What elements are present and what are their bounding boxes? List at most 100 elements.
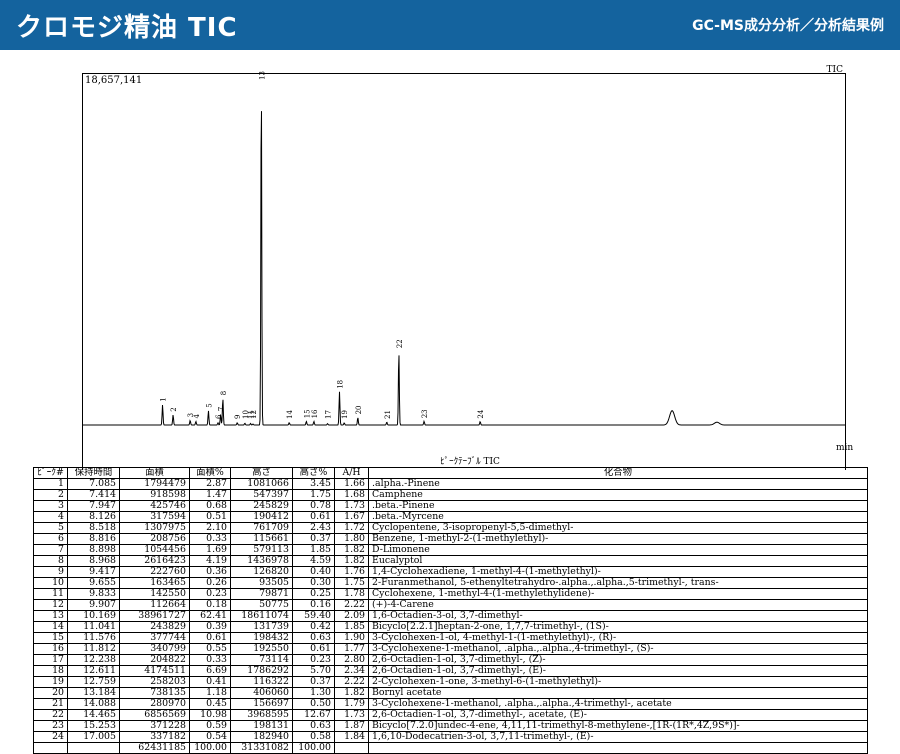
cell-peak-no: 20 (33, 687, 68, 699)
header-retention-time: 保持時間 (67, 467, 120, 479)
cell-peak-no: 8 (33, 555, 68, 567)
tic-chromatogram: 18,657,141 TIC min ﾋﾟｰｸﾃｰﾌﾞﾙ TIC 10.020.… (82, 65, 853, 470)
cell-a-h: 1.78 (334, 588, 369, 600)
table-row: 13 10.169 38961727 62.41 18611074 59.40 2.09 1,… (33, 610, 868, 622)
table-row: 23 15.253 371228 0.59 198131 0.63 1.87 Bicyclo[… (33, 720, 868, 732)
cell-area: 38961727 (119, 610, 190, 622)
x-axis-unit: min (836, 443, 853, 453)
cell-compound: Bornyl acetate (368, 687, 868, 699)
cell-height-percent: 12.67 (292, 709, 335, 721)
cell-height: 116322 (230, 676, 293, 688)
cell-height-percent: 0.78 (292, 500, 335, 512)
cell-retention-time: 8.518 (67, 522, 120, 534)
cell-a-h: 1.68 (334, 489, 369, 501)
cell-retention-time: 8.968 (67, 555, 120, 567)
cell-height-percent: 1.30 (292, 687, 335, 699)
cell-area-percent: 0.41 (189, 676, 231, 688)
cell-area-percent: 0.33 (189, 654, 231, 666)
cell-compound: 3-Cyclohexene-1-methanol, .alpha.,.alpha… (368, 643, 868, 655)
cell-compound: .alpha.-Pinene (368, 478, 868, 490)
cell-area: 4174511 (119, 665, 190, 677)
cell-height-percent: 0.58 (292, 731, 335, 743)
peak-label: 23 (421, 409, 429, 418)
cell-height: 131739 (230, 621, 293, 633)
cell-area: 340799 (119, 643, 190, 655)
cell-peak-no: 16 (33, 643, 68, 655)
cell-compound: 2-Cyclohexen-1-one, 3-methyl-6-(1-methyl… (368, 676, 868, 688)
total-cell-compound (368, 742, 868, 754)
cell-area: 6856569 (119, 709, 190, 721)
peak-label: 12 (250, 410, 258, 419)
table-row: 12 9.907 112664 0.18 50775 0.16 2.22 (+)-4-Care… (33, 599, 868, 611)
peak-label: 8 (220, 391, 228, 395)
cell-height: 73114 (230, 654, 293, 666)
cell-height: 192550 (230, 643, 293, 655)
cell-area: 1794479 (119, 478, 190, 490)
cell-height: 3968595 (230, 709, 293, 721)
cell-compound: D-Limonene (368, 544, 868, 556)
cell-compound: 2-Furanmethanol, 5-ethenyltetrahydro-.al… (368, 577, 868, 589)
cell-area-percent: 0.36 (189, 566, 231, 578)
cell-retention-time: 13.184 (67, 687, 120, 699)
cell-height: 198131 (230, 720, 293, 732)
table-row: 1 7.085 1794479 2.87 1081066 3.45 1.66 .alpha.-… (33, 478, 868, 490)
cell-a-h: 1.82 (334, 555, 369, 567)
page-title: クロモジ精油 TIC (16, 13, 238, 43)
cell-height: 79871 (230, 588, 293, 600)
cell-height-percent: 0.63 (292, 632, 335, 644)
cell-area-percent: 0.51 (189, 511, 231, 523)
cell-peak-no: 12 (33, 599, 68, 611)
cell-compound: 2,6-Octadien-1-ol, 3,7-dimethyl-, (Z)- (368, 654, 868, 666)
cell-a-h: 1.90 (334, 632, 369, 644)
table-row: 24 17.005 337182 0.54 182940 0.58 1.84 1,6,10-D… (33, 731, 868, 743)
table-row: 17 12.238 204822 0.33 73114 0.23 2.80 2,6-Octad… (33, 654, 868, 666)
cell-a-h: 2.80 (334, 654, 369, 666)
cell-area: 1307975 (119, 522, 190, 534)
cell-area-percent: 4.19 (189, 555, 231, 567)
total-cell-a-h (334, 742, 369, 754)
peak-label: 17 (325, 410, 333, 419)
cell-retention-time: 14.088 (67, 698, 120, 710)
cell-area: 208756 (119, 533, 190, 545)
peak-label: 14 (286, 410, 294, 419)
cell-height-percent: 4.59 (292, 555, 335, 567)
cell-height-percent: 1.85 (292, 544, 335, 556)
cell-peak-no: 7 (33, 544, 68, 556)
cell-peak-no: 21 (33, 698, 68, 710)
cell-compound: 3-Cyclohexene-1-methanol, .alpha.,.alpha… (368, 698, 868, 710)
cell-peak-no: 18 (33, 665, 68, 677)
cell-peak-no: 5 (33, 522, 68, 534)
table-row: 8 8.968 2616423 4.19 1436978 4.59 1.82 Eucalypt… (33, 555, 868, 567)
cell-a-h: 1.73 (334, 500, 369, 512)
cell-area-percent: 6.69 (189, 665, 231, 677)
max-intensity-label: 18,657,141 (85, 75, 142, 86)
cell-area-percent: 1.69 (189, 544, 231, 556)
cell-retention-time: 12.759 (67, 676, 120, 688)
cell-area-percent: 1.18 (189, 687, 231, 699)
peak-label: 7 (218, 407, 226, 411)
cell-area: 371228 (119, 720, 190, 732)
cell-area: 142550 (119, 588, 190, 600)
cell-area-percent: 0.68 (189, 500, 231, 512)
peak-label: 4 (193, 414, 201, 419)
cell-height: 1786292 (230, 665, 293, 677)
table-row: 10 9.655 163465 0.26 93505 0.30 1.75 2-Furanmet… (33, 577, 868, 589)
cell-area-percent: 62.41 (189, 610, 231, 622)
cell-peak-no: 22 (33, 709, 68, 721)
cell-height: 190412 (230, 511, 293, 523)
cell-height-percent: 0.61 (292, 643, 335, 655)
cell-peak-no: 23 (33, 720, 68, 732)
plot-frame (82, 73, 846, 470)
cell-a-h: 1.72 (334, 522, 369, 534)
peak-label: 16 (311, 409, 319, 418)
cell-retention-time: 8.816 (67, 533, 120, 545)
cell-height-percent: 0.25 (292, 588, 335, 600)
cell-a-h: 2.09 (334, 610, 369, 622)
header-peak-no: ﾋﾟｰｸ# (33, 467, 68, 479)
cell-a-h: 1.80 (334, 533, 369, 545)
cell-compound: 2,6-Octadien-1-ol, 3,7-dimethyl-, acetat… (368, 709, 868, 721)
peak-table-caption: ﾋﾟｰｸﾃｰﾌﾞﾙ TIC (440, 456, 500, 467)
cell-height-percent: 1.75 (292, 489, 335, 501)
cell-peak-no: 11 (33, 588, 68, 600)
peak-label: 5 (205, 403, 213, 407)
